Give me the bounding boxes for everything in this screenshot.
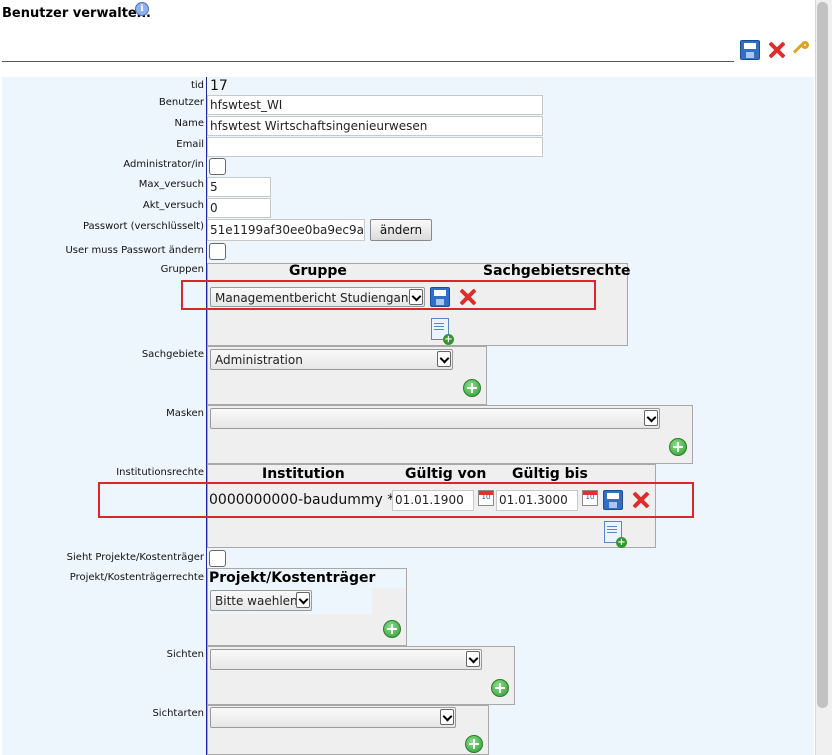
projektrechte-panel-fill-bottom [208, 614, 406, 645]
akt-versuch-label: Akt_versuch [142, 200, 204, 211]
sichten-select[interactable] [210, 649, 482, 670]
gueltig-von-header: Gültig von [405, 466, 487, 482]
masken-add-icon[interactable] [669, 438, 687, 456]
sichtarten-add-icon[interactable] [465, 735, 483, 753]
passwort-input[interactable]: 51e1199af30ee0ba9ec9ab [207, 219, 365, 241]
max-versuch-input[interactable]: 5 [207, 177, 271, 197]
institution-save-icon[interactable] [603, 490, 623, 510]
institution-header: Institution [262, 466, 345, 482]
gruppen-label: Gruppen [160, 264, 204, 275]
institutionsrechte-label: Institutionsrechte [116, 467, 204, 478]
gueltig-bis-header: Gültig bis [512, 466, 588, 482]
sichten-label: Sichten [166, 649, 204, 660]
key-icon[interactable] [792, 41, 810, 59]
save-icon[interactable] [740, 40, 760, 60]
page-title: Benutzer verwalten. [2, 6, 151, 21]
sichtarten-select[interactable] [210, 707, 456, 728]
gueltig-von-input[interactable]: 01.01.1900 [392, 490, 474, 511]
tid-label: tid [190, 80, 204, 91]
projektrechte-label: Projekt/Kostenträgerrechte [69, 572, 204, 583]
benutzer-label: Benutzer [158, 97, 204, 108]
scrollbar-thumb[interactable] [817, 2, 828, 708]
gruppe-select[interactable]: Managementbericht Studiengang [210, 287, 425, 307]
institution-value: 0000000000-baudummy * [209, 492, 395, 508]
gruppe-save-icon[interactable] [430, 287, 450, 307]
chevron-down-icon [644, 410, 658, 426]
tid-value: 17 [210, 78, 228, 94]
header-divider [2, 61, 734, 62]
projekt-header: Projekt/Kostenträger [209, 570, 376, 586]
chevron-down-icon [466, 651, 480, 667]
close-icon[interactable] [768, 41, 786, 59]
sachgebiete-label: Sachgebiete [141, 349, 204, 360]
sachgebiete-add-icon[interactable] [463, 379, 481, 397]
benutzer-input[interactable]: hfswtest_WI [207, 95, 543, 115]
muss-aendern-checkbox[interactable] [209, 243, 226, 260]
gruppe-select-value: Managementbericht Studiengang [215, 291, 417, 305]
passwort-label: Passwort (verschlüsselt) [82, 221, 204, 232]
name-input[interactable]: hfswtest Wirtschaftsingenieurwesen [207, 116, 543, 136]
sichten-add-icon[interactable] [491, 679, 509, 697]
masken-select[interactable] [210, 408, 660, 429]
admin-label: Administrator/in [123, 159, 204, 170]
sachgebiete-select[interactable]: Administration [210, 349, 453, 370]
max-versuch-label: Max_versuch [138, 179, 204, 190]
sachgebiete-select-value: Administration [215, 353, 303, 367]
masken-label: Masken [166, 408, 204, 419]
projekt-select[interactable]: Bitte waehlen [210, 590, 312, 611]
projekt-select-value: Bitte waehlen [215, 594, 298, 608]
calendar-icon[interactable]: 10 [582, 490, 598, 506]
gruppe-delete-icon[interactable] [459, 288, 477, 306]
gruppe-new-icon[interactable] [431, 318, 454, 345]
gruppe-header: Gruppe [289, 263, 347, 279]
sachgebietsrechte-header: Sachgebietsrechte [483, 263, 631, 279]
muss-aendern-label: User muss Passwort ändern [65, 245, 204, 256]
email-label: Email [176, 139, 204, 150]
admin-checkbox[interactable] [209, 158, 226, 175]
sieht-projekte-checkbox[interactable] [209, 550, 226, 567]
institution-new-icon[interactable] [604, 521, 627, 548]
institution-delete-icon[interactable] [632, 491, 650, 509]
email-input[interactable] [207, 137, 543, 157]
chevron-down-icon [409, 289, 423, 305]
sichtarten-label: Sichtarten [152, 708, 204, 719]
calendar-icon[interactable]: 10 [478, 490, 494, 506]
projekt-add-icon[interactable] [383, 620, 401, 638]
chevron-down-icon [437, 351, 451, 367]
sieht-projekte-label: Sieht Projekte/Kostenträger [66, 552, 204, 563]
info-icon[interactable]: i [135, 2, 149, 16]
passwort-aendern-button[interactable]: ändern [370, 219, 432, 241]
chevron-down-icon [440, 709, 454, 725]
name-label: Name [174, 118, 204, 129]
akt-versuch-input[interactable]: 0 [207, 198, 271, 218]
chevron-down-icon [296, 592, 310, 608]
gueltig-bis-input[interactable]: 01.01.3000 [496, 490, 578, 511]
